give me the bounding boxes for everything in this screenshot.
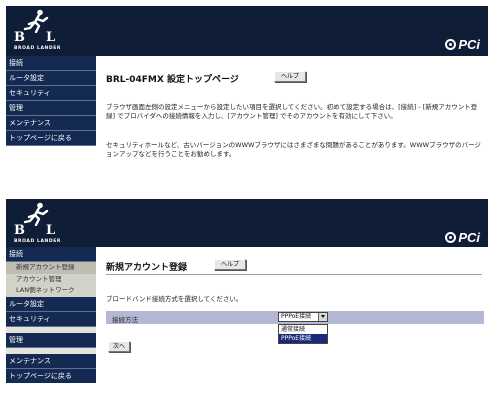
nav-item-back-to-top[interactable]: トップページに戻る	[6, 131, 96, 146]
broad-lander-logo[interactable]: B L BROAD LANDER	[12, 202, 64, 246]
pci-brand: PCi	[445, 230, 480, 245]
intro-text: ブロードバンド接続方式を選択してください。	[106, 295, 243, 303]
connection-method-label: 接続方法	[112, 316, 138, 324]
new-account-screen: B L BROAD LANDER PCi 接続 新規アカウント登録 アカウント管…	[6, 199, 488, 383]
logo-tagline: BROAD LANDER	[14, 46, 61, 51]
nav-item-security[interactable]: セキュリティ	[6, 86, 96, 101]
top-page-screen: B L BROAD LANDER PCi 接続 ルータ設定 セキュリティ 管理 …	[6, 6, 488, 176]
subnav-item-new-account[interactable]: 新規アカウント登録	[6, 262, 96, 274]
help-button[interactable]: ヘルプ	[274, 71, 307, 82]
chevron-down-icon[interactable]	[318, 313, 327, 321]
header-banner: B L BROAD LANDER PCi	[6, 199, 488, 247]
pci-brand-text: PCi	[458, 230, 480, 245]
next-button[interactable]: 次へ	[108, 341, 130, 352]
option-normal-connection[interactable]: 通常接続	[279, 325, 327, 334]
nav-item-management[interactable]: 管理	[6, 101, 96, 116]
nav-item-back-to-top[interactable]: トップページに戻る	[6, 368, 96, 383]
nav-item-maintenance[interactable]: メンテナンス	[6, 116, 96, 131]
sidebar-menu: 接続 ルータ設定 セキュリティ 管理 メンテナンス トップページに戻る	[6, 56, 96, 176]
nav-item-management[interactable]: 管理	[6, 332, 96, 348]
broad-lander-logo[interactable]: B L BROAD LANDER	[12, 9, 64, 53]
divider	[106, 274, 482, 275]
nav-item-security[interactable]: セキュリティ	[6, 311, 96, 327]
logo-letter-l: L	[46, 30, 58, 45]
connection-method-select[interactable]: PPPoE接続	[278, 312, 328, 322]
pci-brand: PCi	[445, 37, 480, 52]
instructions-paragraph: ブラウザ画面左側の設定メニューから設定したい項目を選択してください。初めて設定す…	[106, 103, 478, 120]
connection-method-row: 接続方法 PPPoE接続	[106, 311, 484, 324]
connection-method-value: PPPoE接続	[281, 313, 312, 320]
nav-item-connect[interactable]: 接続	[6, 247, 96, 262]
nav-item-connect[interactable]: 接続	[6, 56, 96, 71]
subnav-item-lan-network[interactable]: LAN側ネットワーク	[6, 285, 96, 297]
header-banner: B L BROAD LANDER PCi	[6, 6, 488, 56]
subnav-item-account-management[interactable]: アカウント管理	[6, 273, 96, 285]
pci-circle-mark-icon	[445, 232, 457, 243]
pci-brand-text: PCi	[458, 37, 480, 52]
logo-letter-l: L	[46, 223, 58, 238]
browser-warning-paragraph: セキュリティホールなど、古いバージョンのWWWブラウザにはさまざまな問題があるこ…	[106, 141, 481, 158]
help-button[interactable]: ヘルプ	[214, 259, 247, 270]
main-content: 新規アカウント登録 ヘルプ ブロードバンド接続方式を選択してください。 接続方法…	[96, 247, 488, 383]
pci-circle-mark-icon	[445, 39, 457, 50]
nav-item-router-settings[interactable]: ルータ設定	[6, 296, 96, 312]
page-title: 新規アカウント登録	[106, 263, 188, 273]
nav-item-router-settings[interactable]: ルータ設定	[6, 71, 96, 86]
nav-item-maintenance[interactable]: メンテナンス	[6, 353, 96, 369]
logo-tagline: BROAD LANDER	[14, 239, 61, 244]
page-title: BRL-04FMX 設定トップページ	[106, 75, 239, 85]
logo-letter-b: B	[14, 30, 27, 45]
main-content: BRL-04FMX 設定トップページ ヘルプ ブラウザ画面左側の設定メニューから…	[96, 56, 488, 176]
connection-method-options: 通常接続 PPPoE接続	[278, 324, 328, 344]
sidebar-menu: 接続 新規アカウント登録 アカウント管理 LAN側ネットワーク ルータ設定 セキ…	[6, 247, 96, 383]
logo-letter-b: B	[14, 223, 27, 238]
option-pppoe-connection[interactable]: PPPoE接続	[279, 334, 327, 343]
